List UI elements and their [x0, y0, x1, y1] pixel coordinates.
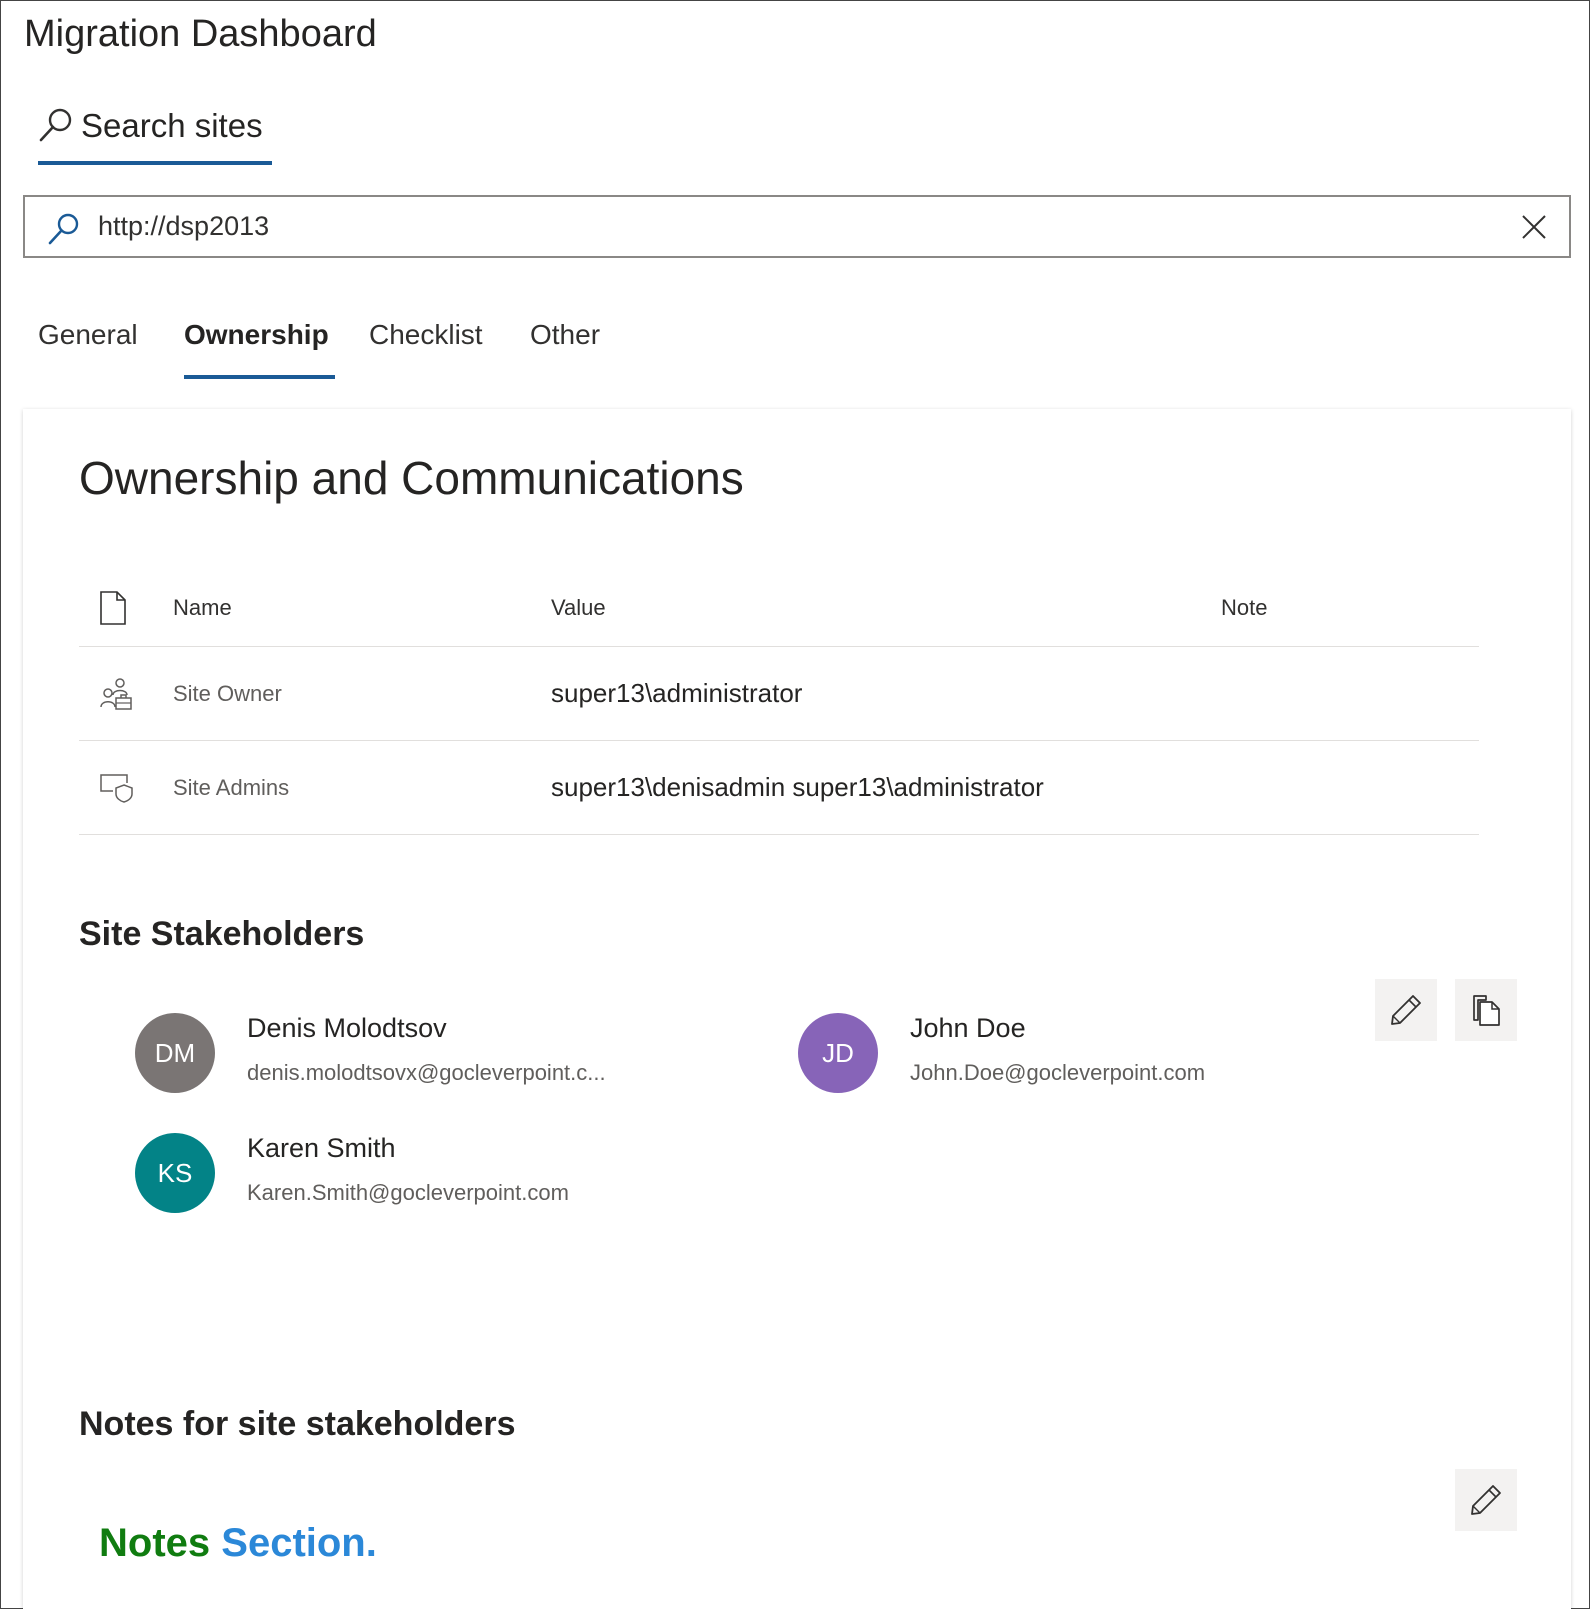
- stakeholders-heading: Site Stakeholders: [79, 915, 365, 953]
- avatar: JD: [798, 1013, 878, 1093]
- copy-stakeholders-button[interactable]: [1455, 979, 1517, 1041]
- notes-word-1: Notes: [99, 1521, 211, 1565]
- page-title: Migration Dashboard: [24, 13, 377, 55]
- avatar: KS: [135, 1133, 215, 1213]
- close-icon[interactable]: [1519, 212, 1549, 242]
- ownership-table: Name Value Note Site Owner super13\admin…: [79, 569, 1479, 835]
- search-tab-label: Search sites: [81, 107, 263, 144]
- app-window: Migration Dashboard Search sites http://…: [0, 0, 1590, 1609]
- edit-notes-button[interactable]: [1455, 1469, 1517, 1531]
- ownership-card: Ownership and Communications Name Value …: [23, 409, 1571, 1609]
- table-row[interactable]: Site Admins super13\denisadmin super13\a…: [79, 741, 1479, 835]
- document-icon: [99, 569, 139, 646]
- table-header-row: Name Value Note: [79, 569, 1479, 647]
- tab-general[interactable]: General: [38, 319, 138, 379]
- persona-email: Karen.Smith@gocleverpoint.com: [247, 1180, 569, 1205]
- row-name: Site Admins: [173, 774, 290, 800]
- tab-checklist[interactable]: Checklist: [369, 319, 483, 379]
- notes-heading: Notes for site stakeholders: [79, 1405, 516, 1443]
- avatar: DM: [135, 1013, 215, 1093]
- persona-name[interactable]: Karen Smith: [247, 1133, 396, 1164]
- row-value: super13\administrator: [551, 678, 803, 708]
- search-input-value[interactable]: http://dsp2013: [98, 211, 269, 242]
- persona-name[interactable]: John Doe: [910, 1013, 1026, 1044]
- edit-stakeholders-button[interactable]: [1375, 979, 1437, 1041]
- section-title: Ownership and Communications: [79, 452, 744, 504]
- tab-ownership[interactable]: Ownership: [184, 319, 335, 379]
- persona-card[interactable]: KS Karen Smith Karen.Smith@gocleverpoint…: [135, 1133, 695, 1217]
- persona-card[interactable]: DM Denis Molodtsov denis.molodtsovx@gocl…: [135, 1013, 695, 1097]
- shield-screen-icon: [99, 741, 139, 834]
- search-icon: [39, 108, 72, 142]
- search-input[interactable]: http://dsp2013: [23, 195, 1571, 258]
- row-name: Site Owner: [173, 680, 282, 706]
- row-value: super13\denisadmin super13\administrator: [551, 772, 1044, 802]
- tab-search-sites[interactable]: Search sites: [38, 101, 272, 165]
- persona-email: John.Doe@gocleverpoint.com: [910, 1060, 1206, 1085]
- edit-icon: [1471, 1485, 1501, 1515]
- column-header-name[interactable]: Name: [173, 569, 232, 646]
- persona-name[interactable]: Denis Molodtsov: [247, 1013, 447, 1044]
- notes-word-2: Section.: [221, 1521, 377, 1565]
- column-header-value[interactable]: Value: [551, 569, 606, 646]
- copy-icon: [1473, 995, 1500, 1026]
- column-header-note[interactable]: Note: [1221, 569, 1267, 646]
- edit-icon: [1391, 995, 1421, 1025]
- people-briefcase-icon: [99, 647, 139, 740]
- table-row[interactable]: Site Owner super13\administrator: [79, 647, 1479, 741]
- notes-content: Notes Section.: [99, 1521, 377, 1566]
- persona-card[interactable]: JD John Doe John.Doe@gocleverpoint.com: [798, 1013, 1358, 1097]
- persona-email: denis.molodtsovx@gocleverpoint.c...: [247, 1060, 606, 1085]
- search-icon: [48, 213, 79, 245]
- tab-other[interactable]: Other: [530, 319, 600, 379]
